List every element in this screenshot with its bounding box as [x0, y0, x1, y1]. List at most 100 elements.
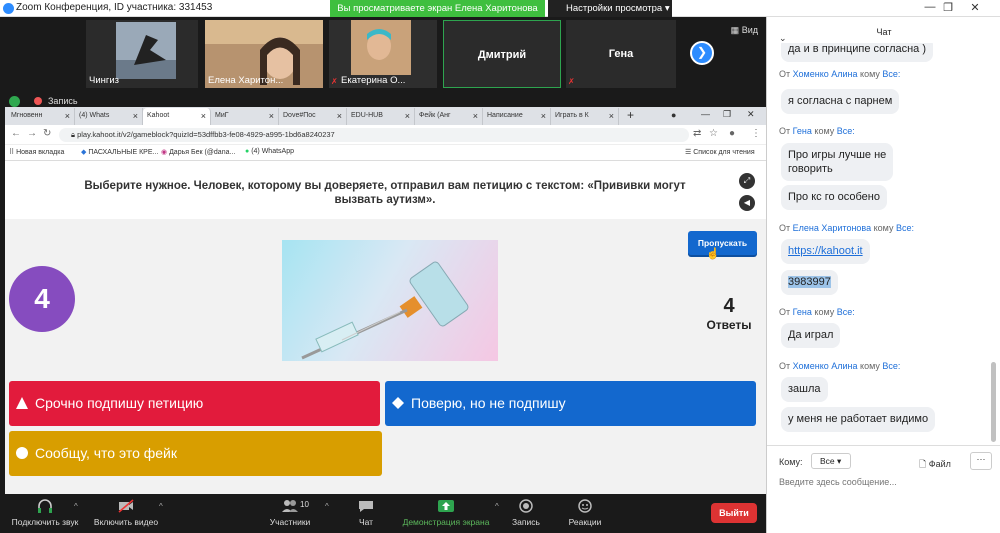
start-video-label: Включить видео [93, 517, 159, 527]
chat-link[interactable]: https://kahoot.it [781, 239, 870, 264]
browser-tab[interactable]: Мгновенн × [7, 108, 75, 125]
bookmark-star-icon[interactable]: ☆ [709, 128, 718, 139]
record-icon [519, 499, 533, 513]
answer-option-yellow[interactable]: Сообщу, что это фейк [9, 431, 382, 476]
record-label: Запись [512, 517, 540, 527]
close-icon[interactable]: × [269, 111, 274, 121]
close-icon[interactable]: × [473, 111, 478, 121]
sender-name[interactable]: Хоменко Алина [793, 361, 858, 371]
video-tile-gena[interactable]: Гена ✗ [566, 20, 676, 88]
forward-icon[interactable]: → [27, 128, 37, 139]
chevron-up-icon[interactable]: ^ [159, 502, 163, 511]
message-header: От Гена кому Все: [779, 126, 855, 136]
from-word: От [779, 69, 791, 79]
answer-option-blue[interactable]: Поверю, но не подпишу [385, 381, 756, 426]
browser-tab[interactable]: МиГ × [211, 108, 279, 125]
fullscreen-icon[interactable]: ⤢ [739, 173, 755, 189]
chat-messages-list[interactable]: да и в принципе согласна ) От Хоменко Ал… [767, 43, 1000, 443]
question-image [282, 240, 498, 361]
circle-icon [16, 447, 28, 459]
share-screen-button[interactable]: Демонстрация экрана [398, 498, 494, 527]
bookmark-item[interactable]: ⠿ Новая вкладка [9, 148, 64, 156]
minimize-icon[interactable]: — [920, 1, 940, 13]
chevron-up-icon[interactable]: ^ [74, 502, 78, 511]
message-line: говорить [788, 163, 833, 175]
participants-button[interactable]: Участники [262, 498, 318, 527]
profile-avatar-icon[interactable]: ● [729, 128, 735, 139]
close-icon[interactable]: × [405, 111, 410, 121]
browser-tab[interactable]: Играть в К × [551, 108, 619, 125]
view-label: Вид [741, 25, 758, 35]
close-icon[interactable]: × [133, 111, 138, 121]
reading-list-button[interactable]: ☰ Список для чтения [685, 148, 755, 156]
back-icon[interactable]: ← [11, 128, 21, 139]
headphones-icon [38, 499, 52, 513]
browser-tab[interactable]: Фейк (Анг × [415, 108, 483, 125]
zoom-window: Zoom Конференция, ID участника: 331453 —… [0, 0, 1000, 533]
tab-search-icon[interactable]: ● [671, 110, 676, 120]
maximize-icon[interactable]: ❐ [723, 109, 731, 120]
gallery-view-button[interactable]: ▦ Вид [731, 25, 758, 36]
chat-recipient-row: Кому: Все ▾ 🗋︎ Файл ··· [767, 445, 1000, 479]
next-page-button[interactable]: ❯ [690, 41, 714, 65]
chat-button[interactable]: Чат [350, 498, 382, 527]
translate-icon[interactable]: ⇄ [693, 128, 701, 139]
tab-label: Мгновенн [11, 112, 43, 119]
recipient-label: Кому: [779, 457, 803, 467]
close-icon[interactable]: × [541, 111, 546, 121]
bookmark-item[interactable]: ● (4) WhatsApp [245, 148, 294, 155]
close-icon[interactable]: × [201, 111, 206, 121]
answer-text: Срочно подпишу петицию [35, 395, 204, 411]
video-tile-dmitry[interactable]: Дмитрий [443, 20, 561, 88]
join-audio-button[interactable]: Подключить звук [6, 498, 84, 527]
browser-tab[interactable]: (4) Whats × [75, 108, 143, 125]
video-tile-elena[interactable]: Елена Харитон... [205, 20, 323, 88]
browser-tab-active[interactable]: Kahoot × [143, 108, 211, 125]
leave-meeting-button[interactable]: Выйти [711, 503, 757, 523]
chevron-right-icon: ❯ [696, 45, 708, 59]
skip-button[interactable]: Пропускать [688, 231, 757, 255]
security-shield-icon[interactable] [9, 96, 20, 107]
recipient-name: Все: [836, 307, 855, 317]
reload-icon[interactable]: ↻ [43, 128, 51, 139]
reactions-button[interactable]: Реакции [563, 498, 607, 527]
answer-option-red[interactable]: Срочно подпишу петицию [9, 381, 380, 426]
browser-tab[interactable]: Написание × [483, 108, 551, 125]
new-tab-icon[interactable]: + [627, 108, 634, 122]
grid-icon: ▦ [730, 25, 740, 35]
url-field[interactable]: 🔒︎ play.kahoot.it/v2/gameblock?quizId=53… [59, 128, 689, 142]
bookmark-item[interactable]: ◆ ПАСХАЛЬНЫЕ КРЕ... [81, 148, 158, 156]
chat-scrollbar[interactable] [991, 362, 996, 442]
video-tile-chingiz[interactable]: Чингиз [86, 20, 198, 88]
browser-tab[interactable]: Dove#Пос × [279, 108, 347, 125]
bookmark-item[interactable]: ◉ Дарья Бек (@dana... [161, 148, 235, 156]
recipient-select[interactable]: Все ▾ [811, 453, 851, 469]
sender-name[interactable]: Гена [793, 126, 812, 136]
participants-label: Участники [269, 517, 311, 527]
maximize-icon[interactable]: ❐ [938, 1, 958, 14]
sender-name[interactable]: Гена [793, 307, 812, 317]
view-options-button[interactable]: Настройки просмотра ▾ [548, 0, 672, 17]
start-video-button[interactable]: Включить видео [89, 498, 163, 527]
chat-message: я согласна с парнем [781, 89, 900, 114]
more-options-button[interactable]: ··· [970, 452, 992, 470]
chat-message: 3983997 [781, 270, 838, 295]
close-icon[interactable]: ✕ [965, 1, 985, 14]
close-icon[interactable]: × [337, 111, 342, 121]
video-tile-ekaterina[interactable]: Екатерина О... ✗ [329, 20, 437, 88]
menu-kebab-icon[interactable]: ⋮ [751, 128, 761, 139]
minimize-icon[interactable]: — [701, 109, 710, 119]
send-file-button[interactable]: 🗋︎ Файл [919, 457, 951, 473]
close-icon[interactable]: ✕ [747, 109, 755, 120]
sound-icon[interactable]: ◀ [739, 195, 755, 211]
chevron-up-icon[interactable]: ^ [325, 502, 329, 511]
record-button[interactable]: Запись [506, 498, 546, 527]
sender-name[interactable]: Хоменко Алина [793, 69, 858, 79]
chat-message-input[interactable] [779, 477, 989, 487]
sender-name[interactable]: Елена Харитонова [793, 223, 871, 233]
close-icon[interactable]: × [609, 111, 614, 121]
chevron-up-icon[interactable]: ^ [495, 502, 499, 511]
browser-tab[interactable]: EDU-HUB × [347, 108, 415, 125]
address-bar-row: ← → ↻ 🔒︎ play.kahoot.it/v2/gameblock?qui… [5, 125, 766, 145]
close-icon[interactable]: × [65, 111, 70, 121]
